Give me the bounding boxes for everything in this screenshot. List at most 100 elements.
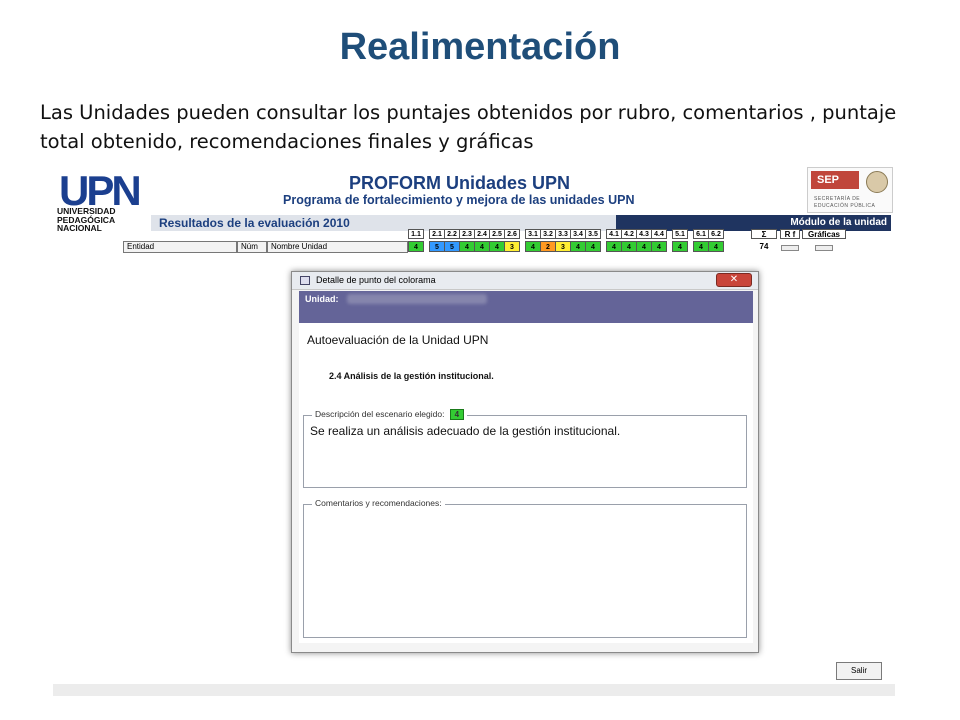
scenario-group: Descripción del escenario elegido: 4 Se … <box>303 409 747 488</box>
score-column: 1.1 4 <box>408 229 424 252</box>
detail-dialog: Detalle de punto del colorama ✕ Unidad: … <box>291 271 759 653</box>
score-column: 4.3 4 <box>636 229 652 252</box>
score-value-cell[interactable]: 3 <box>504 241 520 252</box>
score-code: 4.2 <box>621 229 637 239</box>
score-code: 2.6 <box>504 229 520 239</box>
score-column: 2.2 5 <box>444 229 460 252</box>
sep-logo-line: SECRETARÍA DE <box>814 196 861 202</box>
score-value-cell[interactable]: 4 <box>525 241 541 252</box>
score-column: 2.5 4 <box>489 229 505 252</box>
score-value-cell[interactable]: 4 <box>459 241 475 252</box>
score-code: 1.1 <box>408 229 424 239</box>
score-value-cell[interactable]: 2 <box>540 241 556 252</box>
scenario-legend-text: Descripción del escenario elegido: <box>315 409 445 419</box>
score-value-cell[interactable]: 5 <box>444 241 460 252</box>
score-code: 4.1 <box>606 229 622 239</box>
app-screenshot: UPN UNIVERSIDAD PEDAGÓGICA NACIONAL PROF… <box>53 163 895 696</box>
score-code: 4.4 <box>651 229 667 239</box>
sep-logo-line: EDUCACIÓN PÚBLICA <box>814 203 876 209</box>
score-value-cell[interactable]: 3 <box>555 241 571 252</box>
score-value-cell[interactable]: 4 <box>408 241 424 252</box>
score-value-cell[interactable]: 4 <box>489 241 505 252</box>
upn-logo: UPN UNIVERSIDAD PEDAGÓGICA NACIONAL <box>57 169 157 233</box>
score-column: 2.3 4 <box>459 229 475 252</box>
score-column: 4.2 4 <box>621 229 637 252</box>
score-column: 2.4 4 <box>474 229 490 252</box>
score-value-cell[interactable]: 4 <box>621 241 637 252</box>
score-code: 3.1 <box>525 229 541 239</box>
header-nombre-unidad: Nombre Unidad <box>267 241 408 253</box>
score-value-cell[interactable]: 4 <box>672 241 688 252</box>
score-code: 2.3 <box>459 229 475 239</box>
score-code: 6.1 <box>693 229 709 239</box>
upn-logo-line: NACIONAL <box>57 223 102 233</box>
score-code: 2.4 <box>474 229 490 239</box>
comments-group: Comentarios y recomendaciones: <box>303 498 747 638</box>
dialog-subheading: 2.4 Análisis de la gestión institucional… <box>329 371 494 381</box>
close-button[interactable]: ✕ <box>716 273 752 287</box>
score-column: 2.6 3 <box>504 229 520 252</box>
score-value-cell[interactable]: 4 <box>606 241 622 252</box>
rf-column: R f <box>780 229 800 239</box>
status-bar <box>53 684 895 696</box>
header-entidad: Entidad <box>123 241 237 253</box>
score-value-cell[interactable]: 4 <box>570 241 586 252</box>
score-code: 4.3 <box>636 229 652 239</box>
graphs-column: Gráficas <box>802 229 846 239</box>
rf-button[interactable] <box>781 245 799 251</box>
score-column: 3.4 4 <box>570 229 586 252</box>
score-code: 5.1 <box>672 229 688 239</box>
score-value-cell[interactable]: 4 <box>636 241 652 252</box>
sum-label: Σ <box>751 229 777 239</box>
score-code: 2.2 <box>444 229 460 239</box>
score-column: 4.1 4 <box>606 229 622 252</box>
scenario-description: Se realiza un análisis adecuado de la ge… <box>310 424 621 438</box>
graphs-button[interactable] <box>815 245 833 251</box>
score-code: 3.3 <box>555 229 571 239</box>
score-column: 2.1 5 <box>429 229 445 252</box>
header-num: Núm <box>237 241 267 253</box>
slide-description: Las Unidades pueden consultar los puntaj… <box>40 101 897 153</box>
eagle-emblem-icon <box>866 171 888 193</box>
banner-title: PROFORM Unidades UPN <box>349 173 571 193</box>
score-column: 6.1 4 <box>693 229 709 252</box>
score-column: 3.2 2 <box>540 229 556 252</box>
score-column: 3.5 4 <box>585 229 601 252</box>
exit-button[interactable]: Salir <box>836 662 882 680</box>
score-code: 6.2 <box>708 229 724 239</box>
score-column: 6.2 4 <box>708 229 724 252</box>
unit-label: Unidad: <box>305 294 339 304</box>
dialog-titlebar[interactable]: Detalle de punto del colorama ✕ <box>292 272 758 290</box>
score-code: 2.5 <box>489 229 505 239</box>
score-code: 3.5 <box>585 229 601 239</box>
score-value-cell[interactable]: 4 <box>585 241 601 252</box>
score-value-cell[interactable]: 4 <box>693 241 709 252</box>
dialog-heading: Autoevaluación de la Unidad UPN <box>307 333 489 347</box>
graphs-label: Gráficas <box>802 229 846 239</box>
score-column: 4.4 4 <box>651 229 667 252</box>
comments-legend: Comentarios y recomendaciones: <box>312 498 445 508</box>
unit-value-redacted <box>347 294 487 304</box>
sep-logo: SEP SECRETARÍA DE EDUCACIÓN PÚBLICA <box>807 167 893 213</box>
score-value-cell[interactable]: 4 <box>708 241 724 252</box>
rf-label: R f <box>780 229 800 239</box>
sum-column: Σ 74 <box>751 229 777 252</box>
score-column: 3.1 4 <box>525 229 541 252</box>
upn-logo-text: UNIVERSIDAD PEDAGÓGICA NACIONAL <box>57 207 116 233</box>
score-code: 2.1 <box>429 229 445 239</box>
window-icon <box>300 276 310 285</box>
slide-title: Realimentación <box>339 26 621 68</box>
score-value-cell[interactable]: 5 <box>429 241 445 252</box>
scenario-legend: Descripción del escenario elegido: 4 <box>312 409 467 421</box>
dialog-title: Detalle de punto del colorama <box>316 275 436 285</box>
sum-value: 74 <box>759 242 769 251</box>
score-code: 3.4 <box>570 229 586 239</box>
score-column: 3.3 3 <box>555 229 571 252</box>
sep-badge: SEP <box>811 171 859 189</box>
banner-subtitle: Programa de fortalecimiento y mejora de … <box>283 193 635 207</box>
score-value-cell[interactable]: 4 <box>651 241 667 252</box>
scenario-value-badge: 4 <box>449 409 464 421</box>
score-code: 3.2 <box>540 229 556 239</box>
unit-bar: Unidad: <box>299 291 753 323</box>
score-value-cell[interactable]: 4 <box>474 241 490 252</box>
